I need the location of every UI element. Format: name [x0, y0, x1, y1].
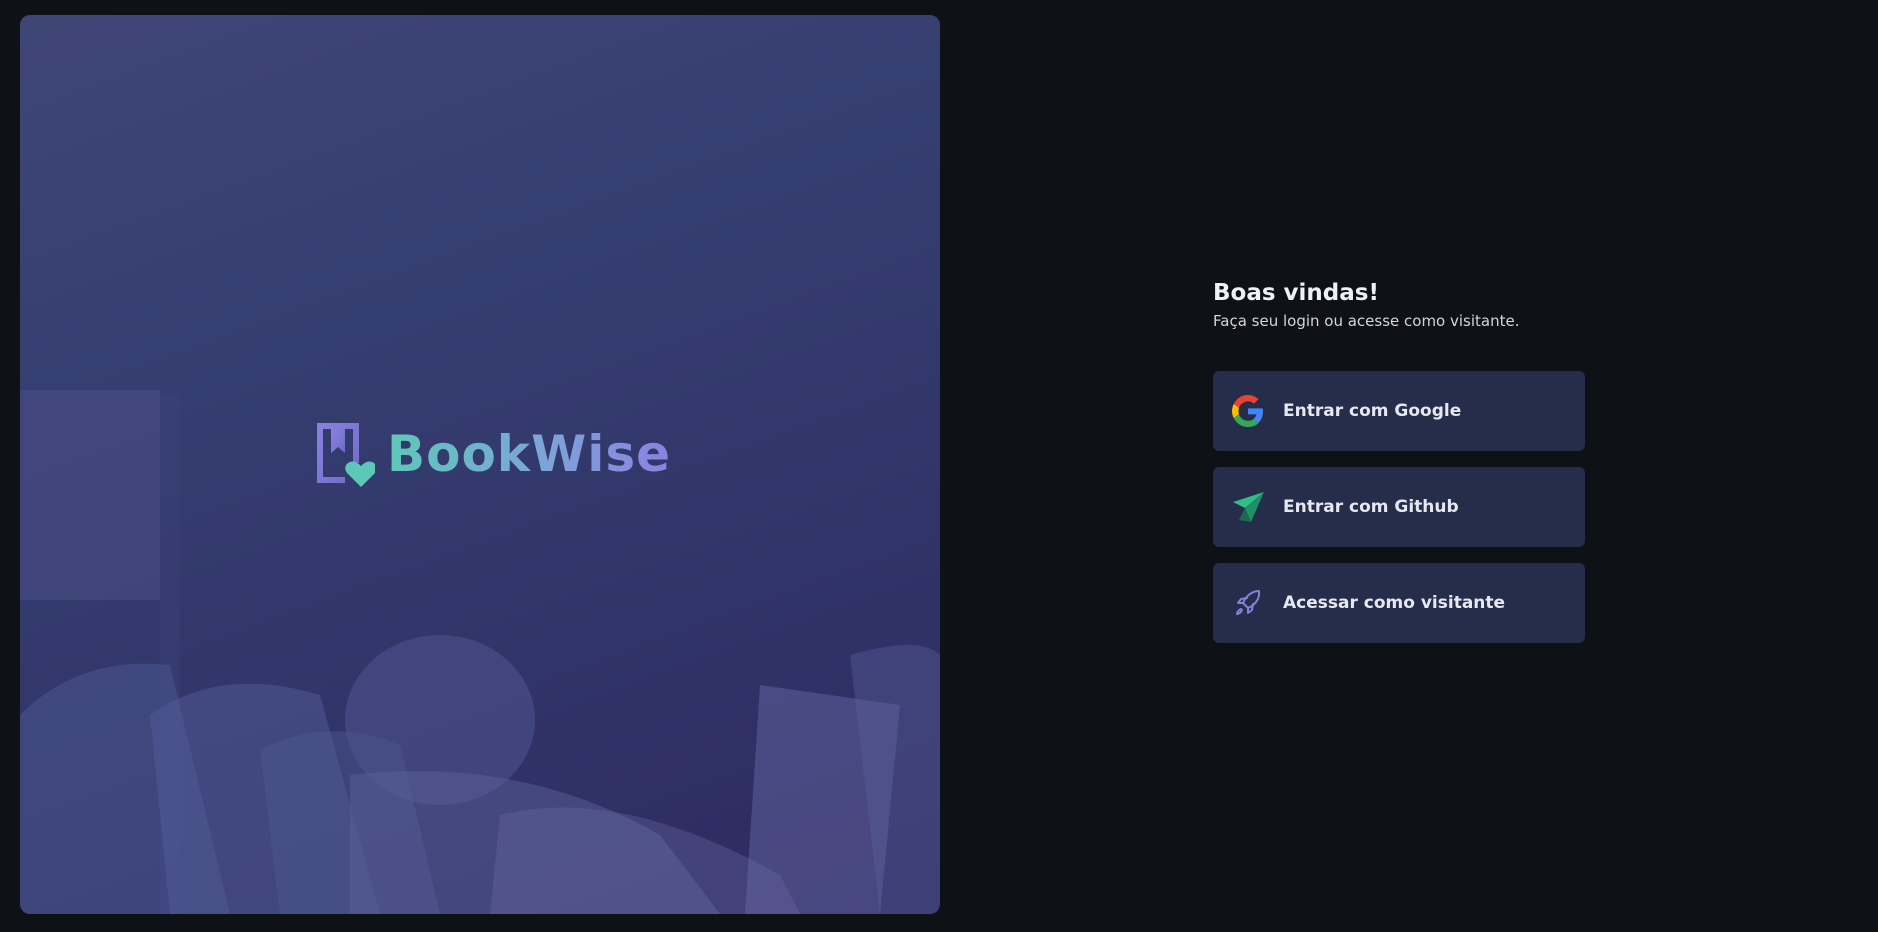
github-login-button[interactable]: Entrar com Github [1213, 467, 1585, 548]
login-page: BookWise Boas vindas! Faça seu login ou … [0, 0, 1878, 932]
bookwise-logo: BookWise [313, 419, 671, 489]
guest-access-label: Acessar como visitante [1283, 593, 1506, 614]
login-options: Entrar com Google Entrar com Github Aces… [1213, 371, 1585, 644]
github-icon [1231, 490, 1265, 524]
rocket-icon [1231, 586, 1265, 620]
hero-image-panel: BookWise [20, 15, 940, 914]
github-login-label: Entrar com Github [1283, 497, 1459, 518]
brand-name: BookWise [387, 425, 672, 483]
google-login-label: Entrar com Google [1283, 401, 1462, 422]
guest-access-button[interactable]: Acessar como visitante [1213, 563, 1585, 644]
welcome-subtitle: Faça seu login ou acesse como visitante. [1213, 311, 1520, 330]
book-heart-icon [317, 423, 375, 487]
google-login-button[interactable]: Entrar com Google [1213, 371, 1585, 452]
login-panel: Boas vindas! Faça seu login ou acesse co… [1213, 280, 1585, 644]
google-icon [1231, 394, 1265, 428]
welcome-title: Boas vindas! [1213, 280, 1379, 306]
